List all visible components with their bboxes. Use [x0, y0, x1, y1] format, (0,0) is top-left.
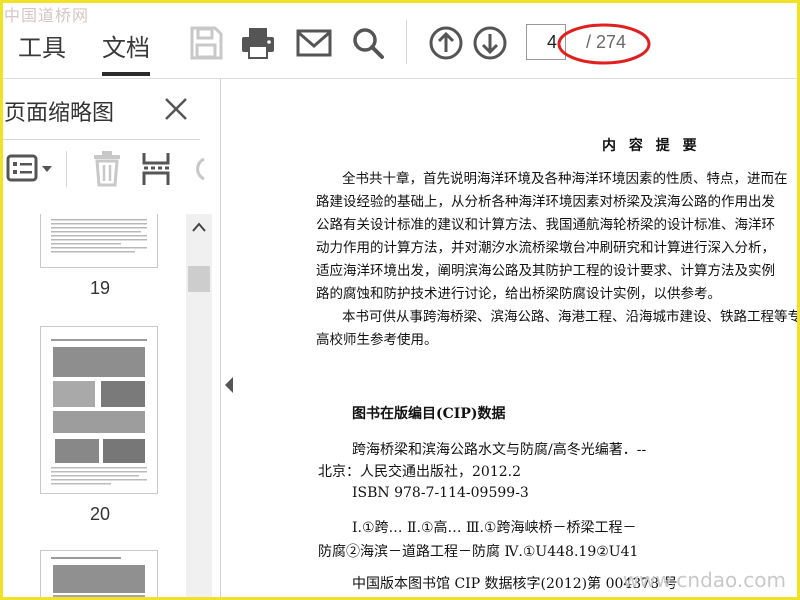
print-icon[interactable]	[240, 25, 276, 61]
panel-divider	[0, 139, 200, 140]
arrow-down-circle-icon[interactable]	[472, 25, 508, 61]
cip-title: 图书在版编目(CIP)数据	[352, 406, 506, 422]
search-icon[interactable]	[350, 25, 386, 61]
summary-line: 高校师生参考使用。	[316, 332, 438, 348]
collapse-panel-icon[interactable]	[222, 375, 236, 395]
watermark-site-name: 中国道桥网	[4, 6, 90, 25]
toolbar-separator	[406, 20, 407, 64]
document-page: 内 容 提 要 全书共十章，首先说明海洋环境及各种海洋环境因素的性质、特点，进而…	[240, 79, 800, 600]
cip-line: 跨海桥梁和滨海公路水文与防腐/高冬光编著．--	[352, 442, 647, 458]
cip-line: 防腐②海滨－道路工程－防腐 Ⅳ.①U448.19②U41	[318, 544, 639, 560]
summary-line: 路的腐蚀和防护技术进行讨论，给出桥梁防腐设计实例，以供参考。	[316, 286, 721, 302]
panel-tool-separator	[66, 151, 67, 187]
scrollbar-thumb[interactable]	[188, 266, 210, 292]
annotation-circle	[557, 23, 651, 65]
close-icon[interactable]	[160, 93, 192, 125]
watermark-site-url: www.cndao.com	[622, 568, 786, 592]
cip-line: Ⅰ.①跨… Ⅱ.①高… Ⅲ.①跨海峡桥－桥梁工程－	[352, 520, 637, 536]
email-icon[interactable]	[296, 25, 332, 61]
thumbnail-list: 19 20	[0, 214, 200, 600]
thumbnail-scrollbar[interactable]	[186, 214, 212, 600]
summary-line: 动力作用的计算方法，并对潮汐水流桥梁墩台冲刷研究和计算进行深入分析，	[316, 240, 775, 256]
thumbnail-page[interactable]	[40, 326, 158, 494]
rotate-page-icon[interactable]	[188, 151, 208, 187]
extract-page-icon[interactable]	[140, 151, 174, 187]
chevron-up-icon[interactable]	[192, 222, 206, 232]
arrow-up-circle-icon[interactable]	[428, 25, 464, 61]
cip-line: 北京：人民交通出版社，2012.2	[318, 464, 521, 480]
save-icon[interactable]	[188, 25, 224, 61]
thumbnail-page-number: 20	[89, 504, 111, 524]
tab-document[interactable]: 文档	[102, 28, 150, 76]
cip-line: ISBN 978-7-114-09599-3	[352, 485, 529, 501]
thumbnail-page-number: 19	[89, 278, 111, 298]
summary-line: 路建设经验的基础上，从分析各种海洋环境因素对桥梁及滨海公路的作用出发	[316, 194, 775, 210]
summary-line: 公路有关设计标准的建议和计算方法、我国通航海轮桥梁的设计标准、海洋环	[316, 217, 775, 233]
toolbar: 工具 文档 / 274	[0, 0, 800, 79]
tab-tools[interactable]: 工具	[18, 28, 66, 63]
thumbnail-page[interactable]	[40, 550, 158, 600]
summary-title: 内 容 提 要	[602, 138, 701, 154]
trash-icon[interactable]	[90, 151, 124, 187]
summary-line: 全书共十章，首先说明海洋环境及各种海洋环境因素的性质、特点，进而在	[342, 171, 788, 187]
thumbnail-options-icon[interactable]	[6, 151, 54, 185]
summary-line: 本书可供从事跨海桥梁、滨海公路、海港工程、沿海城市建设、铁路工程等专	[342, 309, 800, 325]
thumbnail-page[interactable]	[40, 214, 158, 268]
summary-line: 适应海洋环境出发，阐明滨海公路及其防护工程的设计要求、计算方法及实例	[316, 263, 775, 279]
thumbnail-panel: 页面缩略图 19 20	[0, 79, 221, 600]
panel-title: 页面缩略图	[4, 101, 115, 126]
